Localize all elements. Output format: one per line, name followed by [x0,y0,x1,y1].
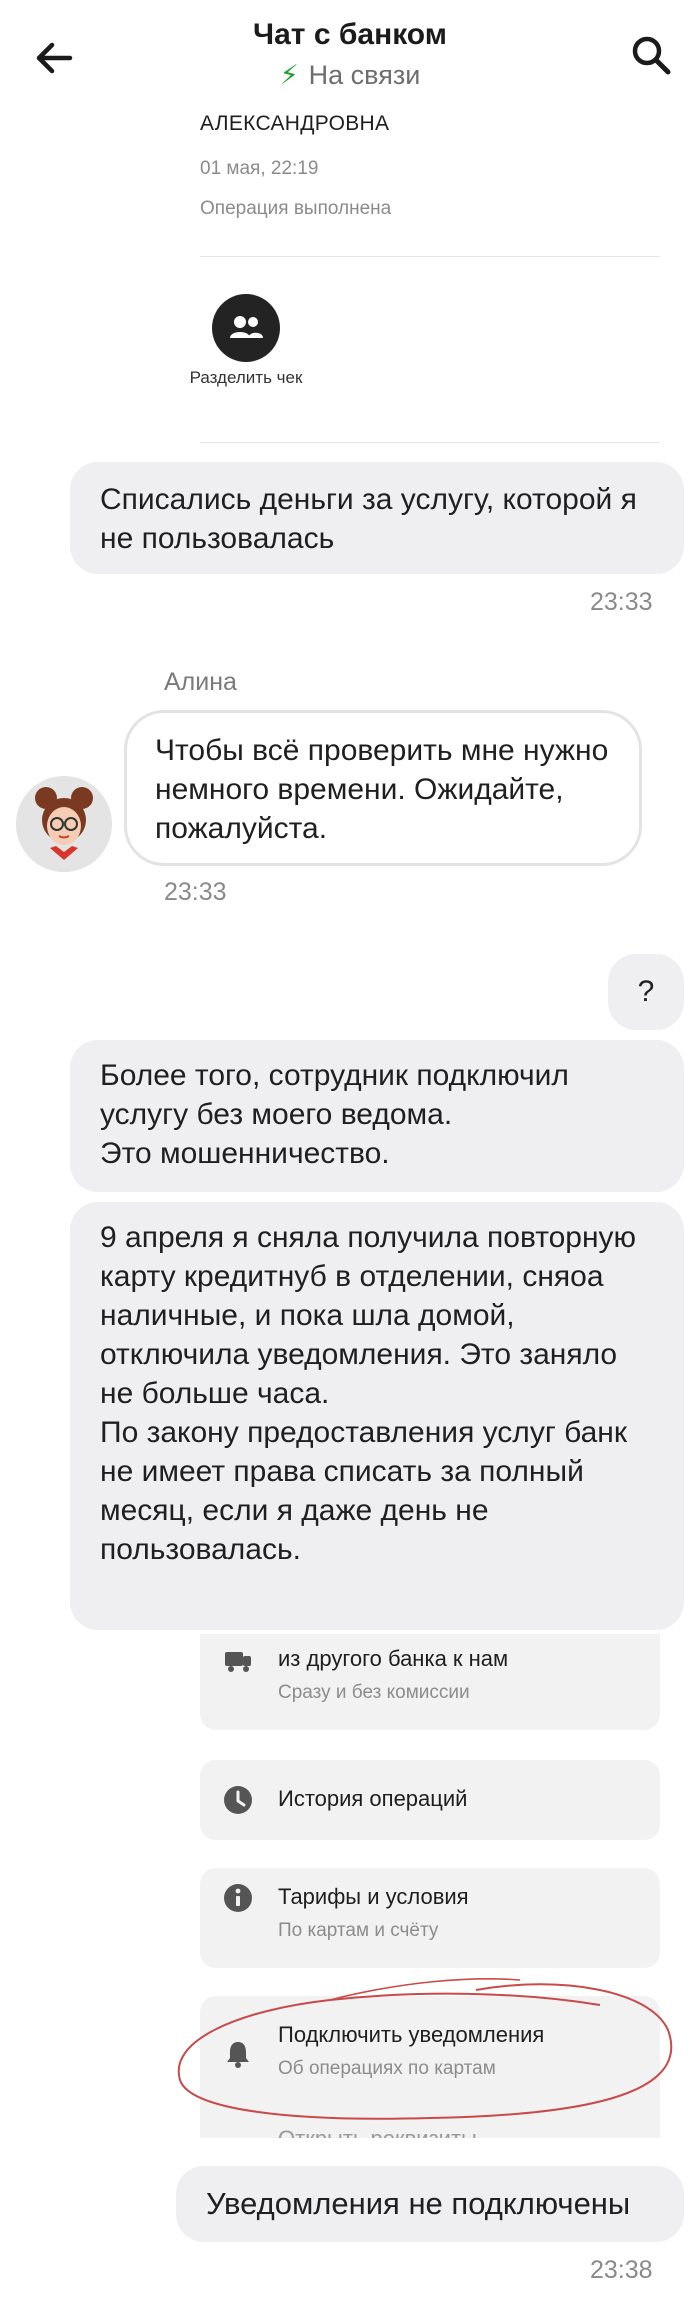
message-text: Уведомления не подключены [206,2186,631,2221]
menu-item-title: из другого банка к нам [278,1646,509,1671]
message-text: Чтобы всё проверить мне нужно немного вр… [155,734,609,845]
chat-title: Чат с банком [253,18,447,51]
chat-status: ⚡ На связи [0,60,700,91]
agent-name: Алина [164,668,237,696]
transfer-truck-icon [225,1652,251,1672]
people-icon [230,316,263,338]
lightning-icon: ⚡ [279,60,299,90]
bell-icon [227,2042,249,2068]
clock-icon [224,1786,252,1814]
menu-item-notifications[interactable]: Подключить уведомления Об операциях по к… [200,1996,660,2138]
menu-item-title: История операций [278,1786,468,1811]
info-icon [224,1884,252,1912]
message-text: 9 апреля я сняла получила повторную карт… [100,1221,637,1566]
split-bill-label: Разделить чек [189,368,303,387]
menu-item-transfer[interactable]: из другого банка к нам Сразу и без комис… [200,1634,660,1730]
menu-item-title: Подключить уведомления [278,2022,545,2047]
menu-item-subtitle: Об операциях по картам [278,2058,496,2079]
card-divider [200,442,660,443]
menu-item-history[interactable]: История операций [200,1760,660,1840]
user-message[interactable]: 9 апреля я сняла получила повторную карт… [70,1202,684,1630]
message-text: ? [637,975,655,1008]
menu-item-tariffs[interactable]: Тарифы и условия По картам и счёту [200,1868,660,1968]
message-time: 23:33 [590,588,653,616]
user-message[interactable]: ? [608,954,684,1030]
agent-avatar [16,776,112,872]
menu-item-title: Тарифы и условия [278,1884,469,1909]
user-message[interactable]: Более того, сотрудник подключил услугу б… [70,1040,684,1192]
menu-item-title-cut: Открыть реквизиты [278,2126,477,2138]
recipient-name: АЛЕКСАНДРОВНА [200,112,390,135]
card-divider [200,256,660,257]
split-bill-button[interactable] [212,294,280,362]
user-message[interactable]: Списались деньги за услугу, которой я не… [70,462,684,574]
search-icon[interactable] [628,32,674,78]
operation-status: Операция выполнена [200,198,392,219]
message-text: Списались деньги за услугу, которой я не… [100,483,637,555]
status-label: На связи [308,60,421,90]
menu-item-subtitle: Сразу и без комиссии [278,1682,470,1703]
menu-item-subtitle: По картам и счёту [278,1920,439,1941]
agent-message[interactable]: Чтобы всё проверить мне нужно немного вр… [124,710,642,866]
message-time: 23:38 [590,2256,653,2284]
message-time: 23:33 [164,878,227,906]
message-text: Более того, сотрудник подключил услугу б… [100,1059,569,1170]
operation-datetime: 01 мая, 22:19 [200,158,319,179]
user-message[interactable]: Уведомления не подключены [176,2166,684,2242]
